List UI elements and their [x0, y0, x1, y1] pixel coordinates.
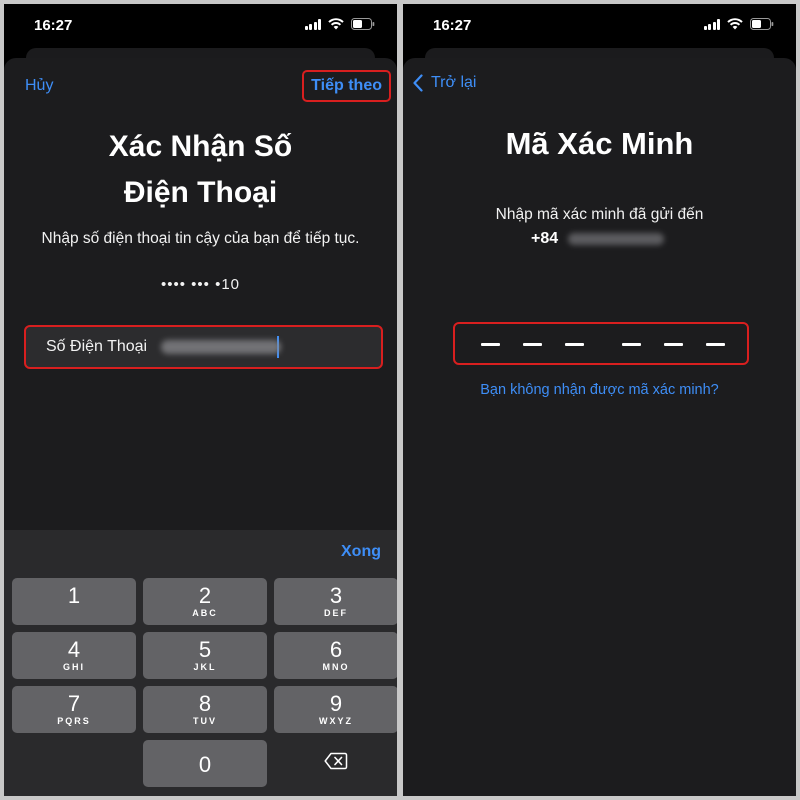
battery-icon	[351, 18, 375, 30]
back-button[interactable]: Trở lại	[413, 74, 476, 92]
instruction-text: Nhập số điện thoại tin cậy của bạn để ti…	[41, 230, 360, 247]
backspace-icon	[324, 752, 348, 775]
code-digit-slot	[481, 343, 500, 346]
status-time: 16:27	[433, 17, 472, 34]
key-digit: 4	[67, 637, 81, 662]
key-digit: 9	[329, 691, 343, 716]
wifi-icon	[727, 18, 743, 30]
key-2[interactable]: 2 ABC	[143, 578, 267, 625]
key-9[interactable]: 9 WXYZ	[274, 686, 397, 733]
key-digit: 3	[329, 583, 343, 608]
blurred-phone-value	[161, 340, 282, 354]
page-title: Mã Xác Minh	[505, 126, 694, 161]
code-digit-slot	[664, 343, 683, 346]
phone-field-label: Số Điện Thoại	[46, 338, 148, 355]
done-button[interactable]: Xong	[341, 543, 381, 561]
title-line-2: Điện Thoại	[123, 176, 278, 209]
page-title: Xác Nhận Số Điện Thoại	[4, 124, 397, 216]
key-0[interactable]: 0	[143, 740, 267, 787]
key-letters: PQRS	[57, 716, 91, 726]
key-4[interactable]: 4 GHI	[12, 632, 136, 679]
chevron-left-icon	[413, 74, 423, 92]
title-line-1: Xác Nhận Số	[108, 130, 293, 163]
signal-icon	[304, 18, 321, 30]
key-digit: 6	[329, 637, 343, 662]
blurred-phone-value	[568, 233, 665, 245]
key-blank	[12, 740, 136, 787]
key-digit: 2	[198, 583, 212, 608]
key-8[interactable]: 8 TUV	[143, 686, 267, 733]
code-digit-slot	[523, 343, 542, 346]
status-bar: 16:27	[4, 4, 397, 50]
key-5[interactable]: 5 JKL	[143, 632, 267, 679]
next-button[interactable]: Tiếp theo	[302, 70, 391, 102]
wifi-icon	[328, 18, 344, 30]
phone-screen-right: 16:27 Trở lại Mã Xác Minh Nhập mã xác mi…	[403, 4, 796, 796]
key-digit: 0	[198, 751, 212, 777]
cancel-button[interactable]: Hủy	[25, 77, 53, 95]
key-letters: TUV	[193, 716, 217, 726]
key-letters: ABC	[192, 608, 218, 618]
delete-key[interactable]	[274, 740, 397, 787]
sent-phone-number: +84	[531, 230, 665, 248]
key-6[interactable]: 6 MNO	[274, 632, 397, 679]
phone-number-field[interactable]: Số Điện Thoại	[24, 325, 383, 369]
country-code: +84	[531, 230, 559, 247]
key-letters: GHI	[62, 662, 85, 672]
status-icons	[304, 18, 376, 30]
instruction-text: Nhập mã xác minh đã gửi đến	[495, 206, 704, 223]
modal-sheet	[403, 58, 796, 796]
resend-code-link[interactable]: Bạn không nhận được mã xác minh?	[403, 382, 796, 398]
code-digit-slot	[706, 343, 725, 346]
battery-icon	[750, 18, 774, 30]
key-digit: 8	[198, 691, 212, 716]
phone-screen-left: 16:27 Hủy Tiếp theo Xác Nhận Số Điện Tho…	[4, 4, 397, 796]
code-digit-slot	[565, 343, 584, 346]
key-digit: 5	[198, 637, 212, 662]
key-digit: 1	[67, 583, 81, 608]
key-letters: MNO	[322, 662, 350, 672]
masked-phone-number: •••• ••• •10	[160, 276, 241, 293]
signal-icon	[703, 18, 720, 30]
key-letters: JKL	[193, 662, 217, 672]
numeric-keyboard: Xong 1 2 ABC 3 DEF 4 GHI 5 JKL 6 MNO 7 PQRS 8T…	[4, 530, 397, 796]
keypad: 1 2 ABC 3 DEF 4 GHI 5 JKL 6 MNO 7 PQRS 8 TUV 9W…	[12, 578, 397, 787]
status-icons	[703, 18, 775, 30]
key-letters: DEF	[324, 608, 348, 618]
status-bar: 16:27	[403, 4, 796, 50]
status-time: 16:27	[34, 17, 73, 34]
key-3[interactable]: 3 DEF	[274, 578, 397, 625]
back-label: Trở lại	[431, 74, 477, 91]
verification-code-input[interactable]	[453, 322, 749, 365]
code-digit-slot	[622, 343, 641, 346]
key-7[interactable]: 7 PQRS	[12, 686, 136, 733]
key-letters: WXYZ	[319, 716, 353, 726]
key-1[interactable]: 1	[12, 578, 136, 625]
key-digit: 7	[67, 691, 81, 716]
keyboard-toolbar: Xong	[4, 530, 397, 572]
